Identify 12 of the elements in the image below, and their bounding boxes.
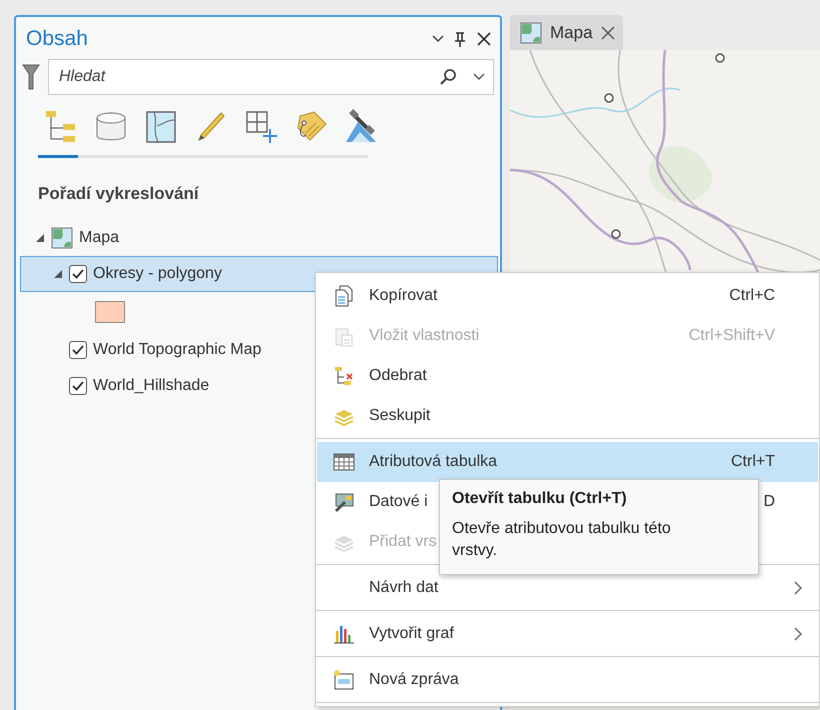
- tooltip-title: Otevřít tabulku (Ctrl+T): [452, 490, 628, 508]
- shortcut-text: Ctrl+T: [730, 453, 776, 471]
- shortcut-text: D: [762, 493, 776, 511]
- layer-name: World Topographic Map: [93, 341, 262, 359]
- tooltip-text: Otevře atributovou tabulku této vrstvy.: [452, 519, 672, 561]
- layer-name: Okresy - polygony: [93, 265, 222, 283]
- section-heading: Pořadí vykreslování: [37, 183, 200, 204]
- shortcut-text: Ctrl+Shift+V: [688, 327, 776, 345]
- pane-title: Obsah: [26, 27, 89, 51]
- layer-name: World_Hillshade: [93, 377, 210, 395]
- shortcut-text: Ctrl+C: [728, 287, 776, 305]
- map-name: Mapa: [79, 229, 120, 247]
